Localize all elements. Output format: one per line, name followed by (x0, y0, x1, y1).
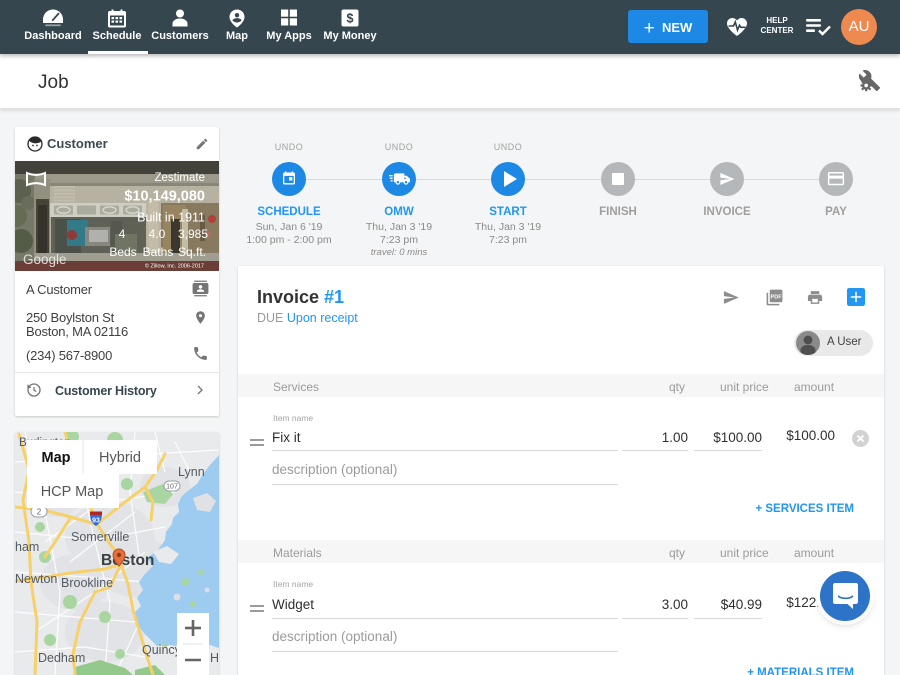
svg-text:Beds: Beds (109, 245, 136, 259)
svg-text:Newton: Newton (15, 572, 57, 586)
svg-text:107: 107 (166, 484, 178, 491)
svg-text:Zestimate: Zestimate (155, 172, 206, 184)
svg-text:Dedham: Dedham (38, 651, 85, 665)
svg-text:3,985: 3,985 (178, 227, 208, 241)
svg-text:4: 4 (119, 227, 126, 241)
svg-text:Baths: Baths (143, 245, 174, 259)
svg-text:Hybrid: Hybrid (99, 450, 141, 466)
svg-text:Lynn: Lynn (178, 465, 205, 479)
svg-text:Google: Google (23, 252, 67, 267)
svg-text:2: 2 (37, 508, 42, 517)
svg-text:Brookline: Brookline (61, 576, 113, 590)
svg-text:Map: Map (42, 450, 71, 466)
svg-text:Sq.ft.: Sq.ft. (178, 245, 206, 259)
svg-text:Quincy: Quincy (142, 643, 182, 657)
svg-text:© Zillow, Inc. 2006-2017: © Zillow, Inc. 2006-2017 (145, 263, 204, 270)
svg-text:Built in 1911: Built in 1911 (137, 211, 205, 225)
svg-text:93: 93 (92, 518, 100, 525)
svg-text:HCP Map: HCP Map (41, 484, 104, 500)
svg-text:ham: ham (15, 540, 39, 554)
svg-text:Boston: Boston (101, 552, 154, 569)
svg-text:4.0: 4.0 (149, 227, 166, 241)
svg-text:Hi: Hi (210, 651, 219, 665)
svg-text:PDF: PDF (771, 295, 783, 301)
svg-text:Somerville: Somerville (71, 530, 129, 544)
svg-text:$: $ (347, 11, 354, 25)
svg-text:$10,149,080: $10,149,080 (124, 189, 205, 205)
